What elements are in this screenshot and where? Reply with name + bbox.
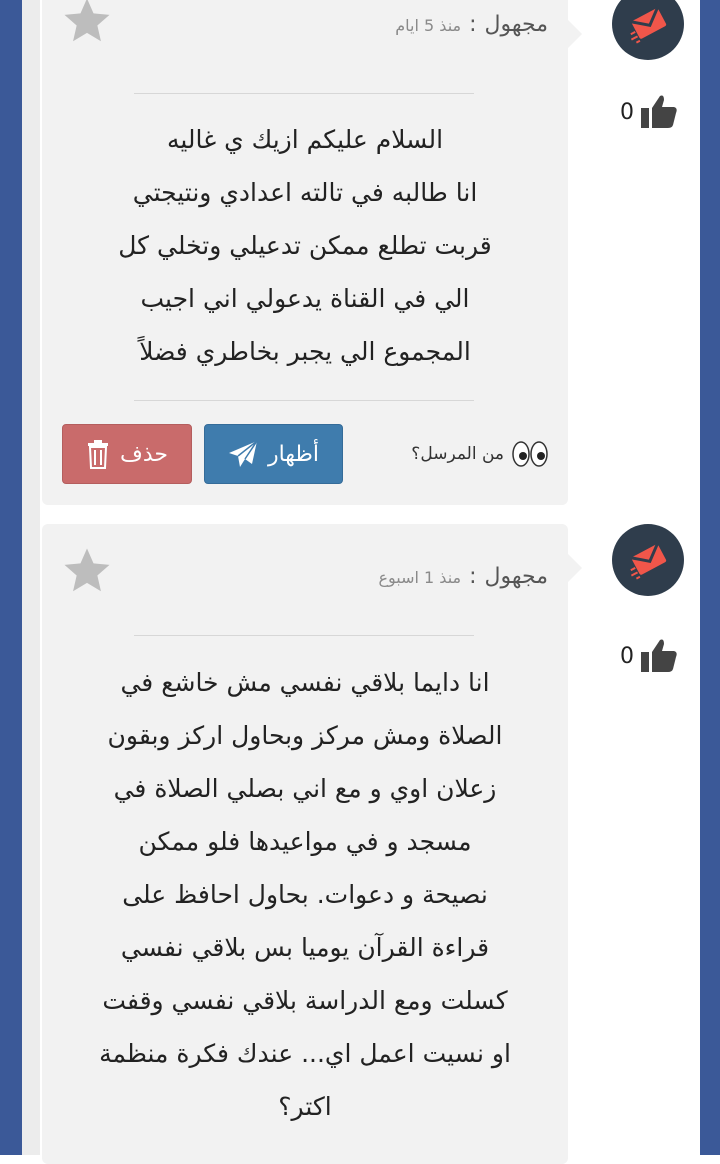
like-count: 0 bbox=[620, 99, 634, 125]
avatar[interactable] bbox=[608, 520, 688, 600]
star-icon[interactable] bbox=[60, 0, 114, 48]
message-time: منذ 5 ايام bbox=[395, 16, 462, 35]
paper-plane-icon bbox=[228, 440, 258, 467]
author-line: مجهول : منذ 1 اسبوع bbox=[378, 564, 548, 589]
message-item: 0 مجهول : منذ 1 اسبوع انا دايما بلاقي نف… bbox=[22, 520, 700, 1164]
message-item: 0 مجهول : منذ 5 ايام السلام عليكم ازيك ي… bbox=[22, 0, 700, 510]
like-control[interactable]: 0 bbox=[620, 94, 678, 130]
message-text: انا دايما بلاقي نفسي مش خاشع في الصلاة و… bbox=[99, 668, 511, 1121]
divider bbox=[134, 635, 474, 636]
page-frame-right bbox=[700, 0, 720, 1155]
envelope-icon bbox=[630, 543, 667, 580]
show-sender-button[interactable]: أظهار bbox=[204, 424, 343, 484]
delete-button[interactable]: حذف bbox=[62, 424, 192, 484]
message-card: مجهول : منذ 1 اسبوع انا دايما بلاقي نفسي… bbox=[42, 524, 582, 1164]
avatar[interactable] bbox=[608, 0, 688, 64]
thumbs-up-icon[interactable] bbox=[640, 94, 678, 130]
star-icon[interactable] bbox=[60, 544, 114, 598]
like-control[interactable]: 0 bbox=[620, 638, 678, 674]
message-text: السلام عليكم ازيك ي غاليه انا طالبه في ت… bbox=[118, 125, 492, 366]
envelope-icon bbox=[630, 7, 667, 44]
author-line: مجهول : منذ 5 ايام bbox=[395, 12, 548, 37]
author-name: مجهول bbox=[484, 564, 548, 589]
like-count: 0 bbox=[620, 643, 634, 669]
divider bbox=[134, 400, 474, 401]
author-separator: : bbox=[469, 12, 477, 37]
divider bbox=[134, 93, 474, 94]
message-actions: من المرسل؟ أظهار حذف bbox=[42, 424, 568, 484]
eyes-icon bbox=[512, 440, 548, 468]
author-separator: : bbox=[469, 564, 477, 589]
author-name: مجهول bbox=[484, 12, 548, 37]
sender-question: من المرسل؟ bbox=[411, 444, 504, 464]
page-frame-left bbox=[0, 0, 22, 1155]
sender-reveal[interactable]: من المرسل؟ bbox=[411, 440, 548, 468]
message-time: منذ 1 اسبوع bbox=[378, 568, 462, 587]
message-card: مجهول : منذ 5 ايام السلام عليكم ازيك ي غ… bbox=[42, 0, 582, 505]
trash-icon bbox=[88, 440, 109, 469]
thumbs-up-icon[interactable] bbox=[640, 638, 678, 674]
